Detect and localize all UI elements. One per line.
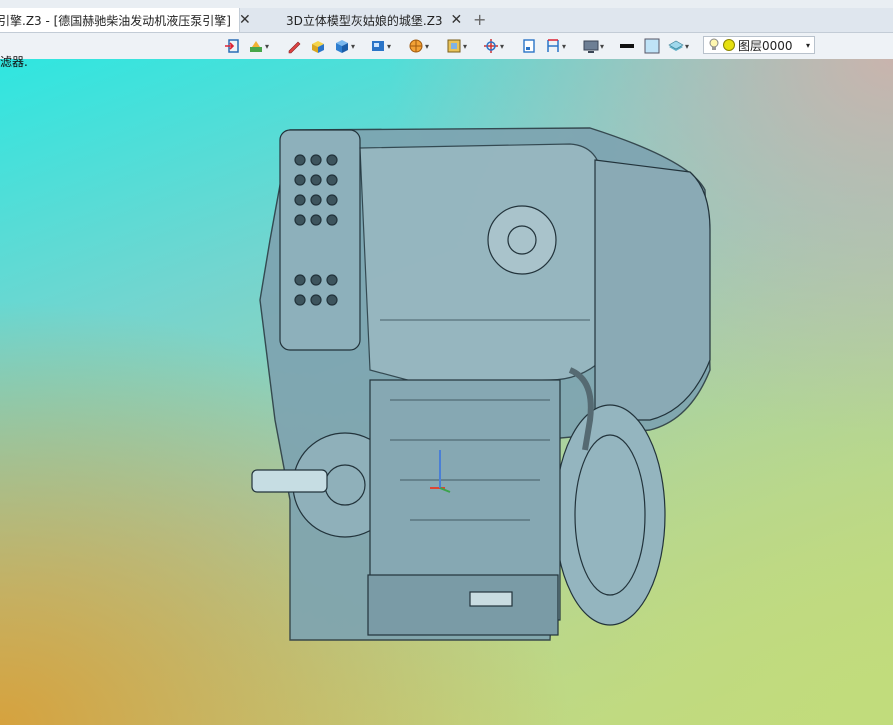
tab-label: 3D立体模型灰姑娘的城堡.Z3 xyxy=(286,13,443,28)
ruler-icon xyxy=(547,39,559,52)
ruler-dropdown[interactable]: ▾ xyxy=(545,37,566,55)
viewport-hint: 滤器. xyxy=(0,55,28,69)
vent-hole xyxy=(294,154,306,166)
vent-hole xyxy=(326,154,338,166)
import-icon xyxy=(225,39,239,53)
layer-stack-dropdown[interactable]: ▾ xyxy=(668,37,689,55)
layer-select[interactable]: 图层0000 ▾ xyxy=(703,36,815,54)
vent-hole xyxy=(310,214,322,226)
vent-hole xyxy=(310,274,322,286)
chevron-down-icon: ▾ xyxy=(387,41,392,51)
close-icon[interactable]: ✕ xyxy=(451,12,463,28)
vent-hole xyxy=(310,154,322,166)
color-swatch-icon xyxy=(620,44,634,48)
vent-hole xyxy=(326,214,338,226)
tab-castle-document[interactable]: 3D立体模型灰姑娘的城堡.Z3 ✕ xyxy=(278,8,462,32)
chevron-down-icon: ▾ xyxy=(265,41,270,51)
vent-hole xyxy=(326,194,338,206)
layer-name: 图层0000 xyxy=(738,38,793,53)
tab-label: 引擎.Z3 - [德国赫驰柴油发动机液压泵引擎] xyxy=(0,13,231,28)
chevron-down-icon: ▾ xyxy=(463,41,468,51)
light-swatch-icon xyxy=(644,38,660,54)
vent-hole xyxy=(294,294,306,306)
tab-engine-document[interactable]: 引擎.Z3 - [德国赫驰柴油发动机液压泵引擎] ✕ xyxy=(0,8,251,32)
vent-hole xyxy=(294,194,306,206)
base-plate xyxy=(367,574,559,636)
layer-stack-icon xyxy=(668,40,684,51)
vent-hole xyxy=(294,214,306,226)
layer-color-dot xyxy=(723,39,735,51)
display-icon xyxy=(447,39,461,53)
filter-icon xyxy=(250,41,262,52)
view-icon xyxy=(372,41,384,51)
screen-icon xyxy=(583,40,599,53)
display-dropdown[interactable]: ▾ xyxy=(446,37,467,55)
pulley xyxy=(487,205,557,275)
axis-icon xyxy=(484,39,498,53)
filter-dropdown[interactable]: ▾ xyxy=(248,37,269,55)
vent-hole xyxy=(294,274,306,286)
shading-icon xyxy=(409,39,423,53)
side-cover xyxy=(554,404,666,626)
shading-dropdown[interactable]: ▾ xyxy=(408,37,429,55)
box-icon xyxy=(312,41,324,53)
frame-button[interactable] xyxy=(521,37,537,55)
cube-icon xyxy=(336,40,348,53)
axis-dropdown[interactable]: ▾ xyxy=(483,37,504,55)
vent-hole xyxy=(310,174,322,186)
line-color-button[interactable] xyxy=(619,37,635,55)
chevron-down-icon: ▾ xyxy=(425,41,430,51)
vent-hole xyxy=(294,174,306,186)
output-shaft xyxy=(251,469,328,493)
import-button[interactable] xyxy=(224,37,240,55)
engine-model[interactable] xyxy=(250,120,720,660)
chevron-down-icon: ▾ xyxy=(600,41,605,51)
sketch-button[interactable] xyxy=(286,37,302,55)
bulb-icon xyxy=(709,38,719,50)
solid-dropdown[interactable]: ▾ xyxy=(334,37,355,55)
vent-hole xyxy=(310,294,322,306)
tank-body xyxy=(359,143,603,383)
nameplate xyxy=(469,591,513,607)
frame-icon xyxy=(523,39,535,53)
chevron-down-icon: ▾ xyxy=(805,40,810,50)
chevron-down-icon: ▾ xyxy=(562,41,567,51)
pen-icon xyxy=(288,41,301,54)
vent-hole xyxy=(326,174,338,186)
vent-hole xyxy=(310,194,322,206)
chevron-down-icon: ▾ xyxy=(500,41,505,51)
face-color-button[interactable] xyxy=(644,37,660,55)
vent-hole xyxy=(326,274,338,286)
close-icon[interactable]: ✕ xyxy=(239,12,251,28)
document-tab-bar: 引擎.Z3 - [德国赫驰柴油发动机液压泵引擎] ✕ 3D立体模型灰姑娘的城堡.… xyxy=(0,8,893,33)
chevron-down-icon: ▾ xyxy=(351,41,356,51)
screen-dropdown[interactable]: ▾ xyxy=(583,37,604,55)
view-dropdown[interactable]: ▾ xyxy=(370,37,391,55)
new-tab-button[interactable]: + xyxy=(473,10,486,29)
vent-hole xyxy=(326,294,338,306)
air-filter-housing xyxy=(594,159,711,421)
box-button[interactable] xyxy=(310,37,326,55)
chevron-down-icon: ▾ xyxy=(685,41,690,51)
